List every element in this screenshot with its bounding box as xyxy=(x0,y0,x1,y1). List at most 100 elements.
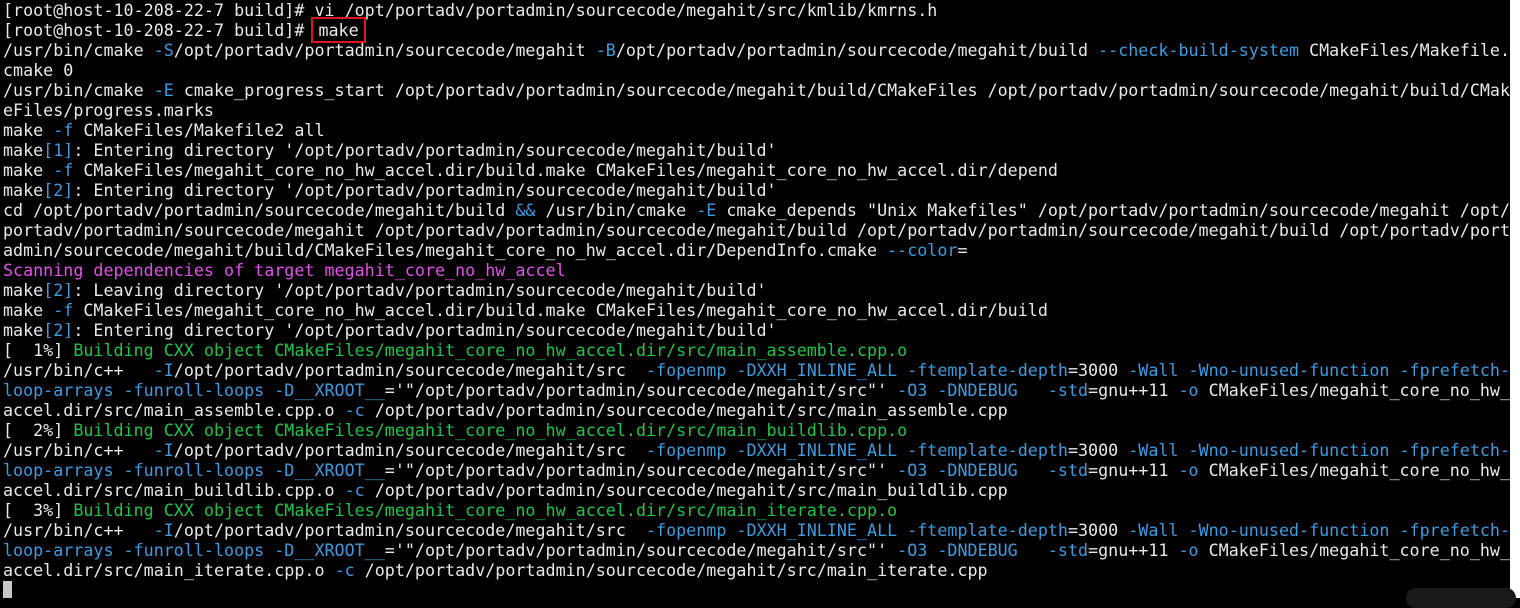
terminal-text: make xyxy=(3,320,43,340)
terminal-line: loop-arrays -funroll-loops -D__XROOT__='… xyxy=(3,460,1510,480)
terminal-line: make[2]: Entering directory '/opt/portad… xyxy=(3,180,1510,200)
terminal-text: [2] xyxy=(43,320,73,340)
terminal-text: CMakeFiles/megahit_core_no_hw_ xyxy=(1199,460,1510,480)
terminal-text xyxy=(1018,460,1048,480)
terminal-text: ='"/opt/portadv/portadmin/sourcecode/meg… xyxy=(385,380,897,400)
terminal-text: : Entering directory '/opt/portadv/porta… xyxy=(73,180,776,200)
terminal-text: [ 3%] xyxy=(3,500,73,520)
terminal-input-line[interactable] xyxy=(3,580,1510,598)
terminal-text: cmake_depends "Unix Makefiles" /opt/port… xyxy=(716,200,1510,220)
terminal-text: CMakeFiles/megahit_core_no_hw_accel.dir/… xyxy=(73,160,1058,180)
terminal-text: --color xyxy=(887,240,957,260)
terminal-text: -std xyxy=(1048,460,1088,480)
terminal-text: -I xyxy=(154,440,174,460)
terminal-text: make xyxy=(3,140,43,160)
terminal-text: --check-build-system xyxy=(1098,40,1299,60)
status-indicator xyxy=(1406,588,1516,608)
terminal-text: : Leaving directory '/opt/portadv/portad… xyxy=(73,280,766,300)
terminal-text: make xyxy=(3,120,53,140)
terminal-text: [root@host-10-208-22-7 build]# vi /opt/p… xyxy=(3,0,937,20)
terminal-line: /usr/bin/c++ -I/opt/portadv/portadmin/so… xyxy=(3,520,1510,540)
terminal-text: Building CXX object CMakeFiles/megahit_c… xyxy=(73,500,897,520)
terminal-text: ='"/opt/portadv/portadmin/sourcecode/meg… xyxy=(385,540,897,560)
terminal-text: accel.dir/src/main_iterate.cpp.o xyxy=(3,560,335,580)
terminal-text: /opt/portadv/portadmin/sourcecode/megahi… xyxy=(616,40,1098,60)
scrollbar[interactable] xyxy=(1510,0,1520,598)
terminal-line: accel.dir/src/main_buildlib.cpp.o -c /op… xyxy=(3,480,1510,500)
terminal-text xyxy=(1018,540,1048,560)
terminal-text: [ 1%] xyxy=(3,340,73,360)
terminal-text: ='"/opt/portadv/portadmin/sourcecode/meg… xyxy=(385,460,897,480)
terminal-line: /usr/bin/c++ -I/opt/portadv/portadmin/so… xyxy=(3,440,1510,460)
terminal-text: make xyxy=(3,280,43,300)
terminal-text: make xyxy=(3,300,53,320)
terminal-line: make -f CMakeFiles/megahit_core_no_hw_ac… xyxy=(3,160,1510,180)
terminal-line: make[1]: Entering directory '/opt/portad… xyxy=(3,140,1510,160)
terminal-text: /opt/portadv/portadmin/sourcecode/megahi… xyxy=(355,560,988,580)
terminal-text: -O3 -DNDEBUG xyxy=(897,380,1018,400)
terminal-window[interactable]: [root@host-10-208-22-7 build]# vi /opt/p… xyxy=(0,0,1510,598)
terminal-line: accel.dir/src/main_iterate.cpp.o -c /opt… xyxy=(3,560,1510,580)
terminal-line: make[2]: Leaving directory '/opt/portadv… xyxy=(3,280,1510,300)
terminal-line: [ 2%] Building CXX object CMakeFiles/meg… xyxy=(3,420,1510,440)
terminal-text: -Wall -Wno-unused-function -fprefetch- xyxy=(1128,360,1510,380)
terminal-text: [1] xyxy=(43,140,73,160)
terminal-text: CMakeFiles/Makefile2 all xyxy=(73,120,324,140)
terminal-line: cd /opt/portadv/portadmin/sourcecode/meg… xyxy=(3,200,1510,220)
terminal-text: loop-arrays -funroll-loops -D__XROOT__ xyxy=(3,540,385,560)
terminal-text: =gnu++11 xyxy=(1088,540,1178,560)
terminal-line: [root@host-10-208-22-7 build]# make xyxy=(3,20,1510,40)
terminal-text: -Wall -Wno-unused-function -fprefetch- xyxy=(1128,520,1510,540)
terminal-line: /usr/bin/cmake -S/opt/portadv/portadmin/… xyxy=(3,40,1510,60)
terminal-text: && xyxy=(515,200,535,220)
terminal-text: [ 2%] xyxy=(3,420,73,440)
terminal-text: [2] xyxy=(43,280,73,300)
terminal-text: -S xyxy=(154,40,174,60)
scrollbar-thumb[interactable] xyxy=(1512,4,1518,590)
terminal-text: /opt/portadv/portadmin/sourcecode/megahi… xyxy=(174,360,646,380)
terminal-line: make[2]: Entering directory '/opt/portad… xyxy=(3,320,1510,340)
terminal-text: accel.dir/src/main_assemble.cpp.o xyxy=(3,400,345,420)
terminal-text: loop-arrays -funroll-loops -D__XROOT__ xyxy=(3,460,385,480)
terminal-line: [ 1%] Building CXX object CMakeFiles/meg… xyxy=(3,340,1510,360)
terminal-text: Building CXX object CMakeFiles/megahit_c… xyxy=(73,340,907,360)
terminal-text: -B xyxy=(596,40,616,60)
terminal-text: /usr/bin/cmake xyxy=(535,200,696,220)
terminal-text: =3000 xyxy=(1068,520,1128,540)
terminal-text: -o xyxy=(1178,460,1198,480)
terminal-text: -c xyxy=(345,400,365,420)
terminal-text: /usr/bin/cmake xyxy=(3,80,154,100)
terminal-line: make -f CMakeFiles/megahit_core_no_hw_ac… xyxy=(3,300,1510,320)
terminal-text: CMakeFiles/megahit_core_no_hw_ xyxy=(1199,540,1510,560)
terminal-text: -O3 -DNDEBUG xyxy=(897,540,1018,560)
terminal-text: /usr/bin/cmake xyxy=(3,40,154,60)
terminal-text: : Entering directory '/opt/portadv/porta… xyxy=(73,140,776,160)
terminal-text: -fopenmp -DXXH_INLINE_ALL -ftemplate-dep… xyxy=(646,440,1068,460)
terminal-line: loop-arrays -funroll-loops -D__XROOT__='… xyxy=(3,540,1510,560)
terminal-line: /usr/bin/c++ -I/opt/portadv/portadmin/so… xyxy=(3,360,1510,380)
terminal-text: -I xyxy=(154,520,174,540)
terminal-text: eFiles/progress.marks xyxy=(3,100,214,120)
terminal-line: [root@host-10-208-22-7 build]# vi /opt/p… xyxy=(3,0,1510,20)
terminal-text: cd /opt/portadv/portadmin/sourcecode/meg… xyxy=(3,200,515,220)
terminal-text: -o xyxy=(1178,380,1198,400)
terminal-text: =3000 xyxy=(1068,360,1128,380)
terminal-text: /usr/bin/c++ xyxy=(3,520,154,540)
terminal-text: CMakeFiles/megahit_core_no_hw_accel.dir/… xyxy=(73,300,1048,320)
terminal-text: /opt/portadv/portadmin/sourcecode/megahi… xyxy=(365,480,1008,500)
terminal-line: /usr/bin/cmake -E cmake_progress_start /… xyxy=(3,80,1510,100)
terminal-text: /opt/portadv/portadmin/sourcecode/megahi… xyxy=(365,400,1008,420)
terminal-text: /usr/bin/c++ xyxy=(3,440,154,460)
terminal-text: -c xyxy=(345,480,365,500)
terminal-text: Scanning dependencies of target megahit_… xyxy=(3,260,566,280)
terminal-text: -E xyxy=(154,80,174,100)
terminal-text: /opt/portadv/portadmin/sourcecode/megahi… xyxy=(174,520,646,540)
terminal-text: -f xyxy=(53,160,73,180)
text-cursor xyxy=(3,581,12,598)
terminal-text: -f xyxy=(53,120,73,140)
terminal-text: -std xyxy=(1048,540,1088,560)
terminal-line: cmake 0 xyxy=(3,60,1510,80)
terminal-text: portadv/portadmin/sourcecode/megahit /op… xyxy=(3,220,1510,240)
terminal-line: Scanning dependencies of target megahit_… xyxy=(3,260,1510,280)
terminal-text: admin/sourcecode/megahit/build/CMakeFile… xyxy=(3,240,887,260)
